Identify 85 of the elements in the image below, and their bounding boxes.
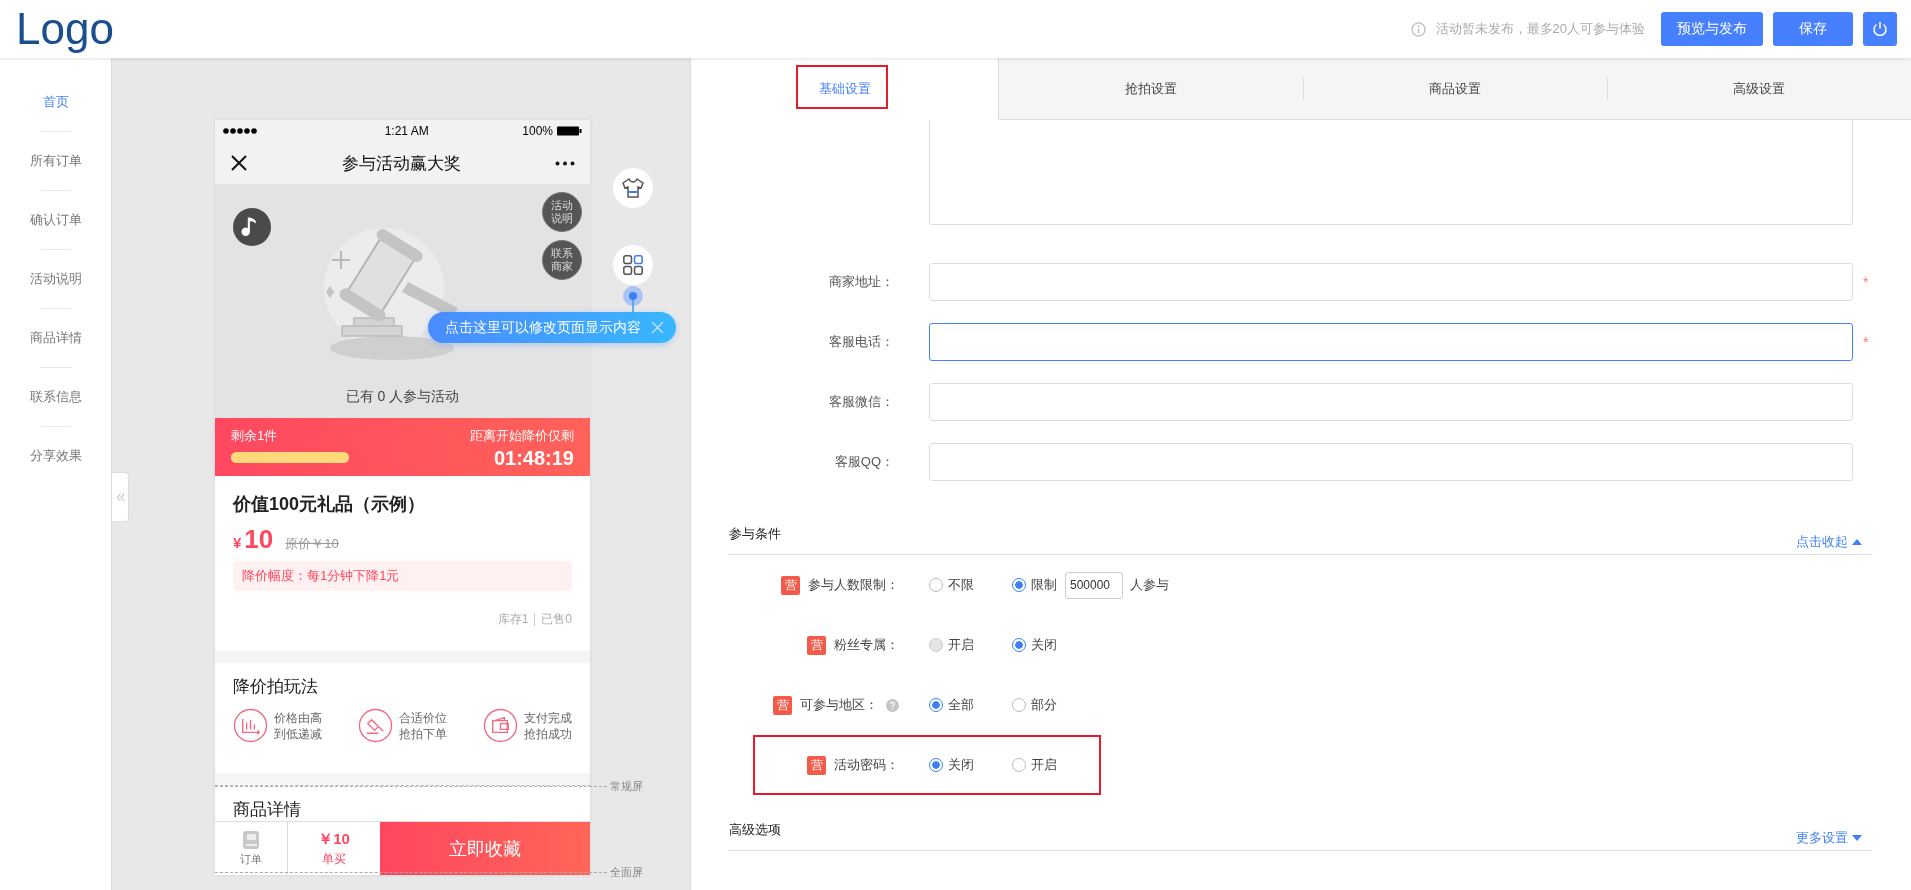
marketing-badge: 营 bbox=[807, 755, 826, 775]
close-icon[interactable] bbox=[231, 155, 247, 172]
input-field[interactable] bbox=[929, 323, 1853, 361]
book-icon bbox=[241, 830, 261, 850]
sidebar-item[interactable]: 联系信息 bbox=[29, 384, 82, 410]
order-label: 订单 bbox=[240, 852, 262, 867]
radio-option[interactable]: 关闭 bbox=[929, 756, 974, 774]
countdown: 01:48:19 bbox=[493, 446, 574, 470]
signal-icon bbox=[223, 128, 257, 135]
gavel-icon bbox=[358, 708, 393, 744]
theme-button[interactable] bbox=[613, 168, 653, 208]
field-label: 商家地址： bbox=[828, 273, 895, 291]
sidebar-item[interactable]: 确认订单 bbox=[29, 207, 82, 233]
info-icon bbox=[1410, 21, 1426, 37]
tab[interactable]: 高级设置 bbox=[1607, 58, 1911, 120]
currency-symbol: ¥ bbox=[233, 534, 242, 552]
round-button[interactable]: 活动说明 bbox=[542, 191, 582, 232]
radio-option[interactable]: 开启 bbox=[1012, 756, 1057, 774]
sidebar-item[interactable]: 所有订单 bbox=[29, 148, 82, 174]
step-text: 合适价位 抢拍下单 bbox=[399, 709, 447, 742]
screen-mark-label: 全面屏 bbox=[610, 865, 643, 880]
wallet-icon bbox=[483, 708, 518, 744]
battery-percent: 100% bbox=[522, 124, 553, 139]
field-label: 可参与地区： bbox=[800, 696, 878, 714]
stock-text: 库存1 bbox=[497, 611, 529, 629]
shirt-icon bbox=[621, 176, 645, 200]
remaining-text: 剩余1件 bbox=[231, 426, 279, 445]
help-icon[interactable] bbox=[886, 698, 899, 712]
radio-option[interactable]: 不限 bbox=[929, 576, 974, 594]
round-button[interactable]: 联系商家 bbox=[542, 239, 582, 280]
field-label: 客服微信： bbox=[828, 393, 895, 411]
required-mark: * bbox=[1863, 274, 1869, 290]
publish-notice: 活动暂未发布，最多20人可参与体验 bbox=[1435, 20, 1645, 38]
field-label: 参与人数限制： bbox=[808, 576, 899, 594]
radio-option[interactable]: 部分 bbox=[1012, 696, 1057, 714]
sold-text: 已售0 bbox=[541, 611, 572, 629]
power-icon bbox=[1870, 19, 1890, 39]
header-button[interactable]: 预览与发布 bbox=[1661, 12, 1763, 46]
limit-field[interactable]: 500000 bbox=[1065, 571, 1123, 599]
field-label: 粉丝专属： bbox=[834, 636, 899, 654]
radio-option[interactable]: 全部 bbox=[929, 696, 974, 714]
page-title: 参与活动赢大奖 bbox=[341, 152, 461, 175]
participants-text: 已有 0 人参与活动 bbox=[345, 387, 460, 406]
tab[interactable]: 商品设置 bbox=[1303, 58, 1607, 120]
chart-icon bbox=[233, 708, 268, 744]
limit-suffix: 人参与 bbox=[1130, 576, 1169, 594]
marketing-badge: 营 bbox=[781, 575, 800, 595]
step-text: 支付完成 抢拍成功 bbox=[524, 709, 572, 742]
battery-icon bbox=[557, 126, 582, 137]
sidebar-item[interactable]: 分享效果 bbox=[29, 443, 82, 469]
tooltip-text: 点击这里可以修改页面显示内容 bbox=[445, 318, 641, 337]
countdown-label: 距离开始降价仅剩 bbox=[470, 426, 574, 445]
radio-option[interactable]: 限制 bbox=[1012, 576, 1057, 594]
tab[interactable]: 抢拍设置 bbox=[999, 58, 1303, 120]
section-title: 参与条件 bbox=[729, 525, 781, 543]
field-label: 客服电话： bbox=[828, 333, 895, 351]
screen-mark-label: 常规屏 bbox=[610, 779, 643, 794]
music-icon[interactable] bbox=[233, 207, 271, 246]
required-mark: * bbox=[1863, 334, 1869, 350]
logo[interactable]: Logo bbox=[16, 7, 114, 51]
double-chevron-icon bbox=[114, 491, 126, 503]
header-button[interactable]: 保存 bbox=[1773, 12, 1853, 46]
sidebar-item[interactable]: 首页 bbox=[42, 89, 69, 115]
collapse-link[interactable]: 点击收起 bbox=[1796, 533, 1862, 551]
marketing-badge: 营 bbox=[773, 695, 792, 715]
original-price: 原价￥10 bbox=[285, 535, 339, 554]
radio-option[interactable]: 关闭 bbox=[1012, 636, 1057, 654]
sidebar-item[interactable]: 活动说明 bbox=[29, 266, 82, 292]
marketing-badge: 营 bbox=[807, 635, 826, 655]
step-text: 价格由高 到低递减 bbox=[274, 709, 322, 742]
expand-link[interactable]: 更多设置 bbox=[1796, 829, 1862, 847]
section-title: 商品详情 bbox=[233, 800, 301, 819]
section-title: 高级选项 bbox=[729, 821, 781, 839]
price: 10 bbox=[244, 524, 274, 556]
grid-icon bbox=[623, 255, 643, 275]
section-title: 降价拍玩法 bbox=[233, 677, 318, 697]
power-button[interactable] bbox=[1863, 12, 1897, 46]
layout-button[interactable] bbox=[613, 245, 653, 285]
field-label: 客服QQ： bbox=[833, 453, 895, 471]
sidebar-item[interactable]: 商品详情 bbox=[29, 325, 82, 351]
product-title: 价值100元礼品（示例） bbox=[233, 493, 427, 517]
field-label: 活动密码： bbox=[834, 756, 899, 774]
status-time: 1:21 AM bbox=[384, 124, 429, 139]
collect-button[interactable]: 立即收藏 bbox=[380, 822, 590, 875]
more-icon[interactable] bbox=[555, 160, 575, 166]
